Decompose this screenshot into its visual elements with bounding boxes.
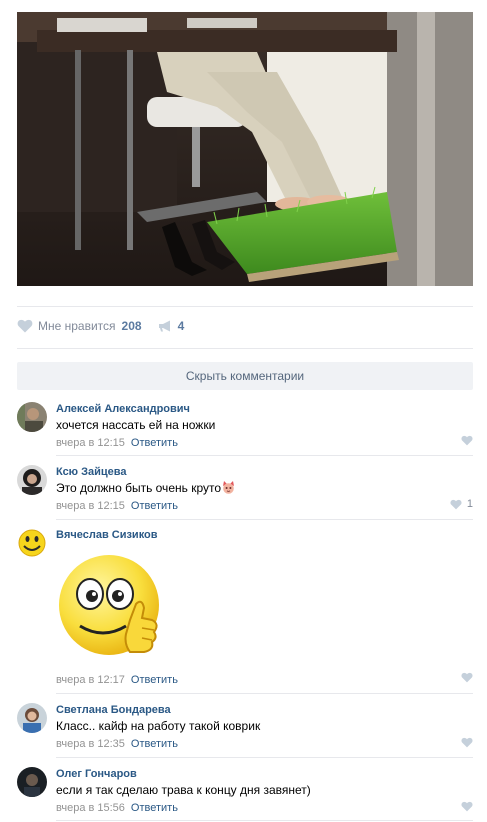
- reply-link[interactable]: Ответить: [131, 738, 178, 750]
- comment-time[interactable]: вчера в 12:17: [56, 674, 125, 686]
- comment-author[interactable]: Ксю Зайцева: [56, 465, 473, 479]
- comment: Олег Гончаров если я так сделаю трава к …: [17, 767, 473, 817]
- heart-icon: [461, 672, 473, 683]
- comment-like-button[interactable]: [461, 435, 473, 446]
- reply-link[interactable]: Ответить: [131, 437, 178, 449]
- comment: Вячеслав Сизиков вчера в 12:17 Ответить: [17, 528, 473, 688]
- share-count: 4: [177, 319, 185, 333]
- comment-time[interactable]: вчера в 15:56: [56, 802, 125, 814]
- divider: [56, 693, 473, 694]
- share-button[interactable]: 4: [158, 319, 185, 333]
- reply-link[interactable]: Ответить: [131, 500, 178, 512]
- heart-icon: [461, 801, 473, 812]
- comment-like-button[interactable]: [461, 801, 473, 812]
- comment-time[interactable]: вчера в 12:35: [56, 738, 125, 750]
- comment-time[interactable]: вчера в 12:15: [56, 437, 125, 449]
- heart-icon: [17, 319, 33, 333]
- like-button[interactable]: Мне нравится 208: [17, 319, 142, 333]
- divider: [56, 455, 473, 456]
- comment-text: Класс.. кайф на работу такой коврик: [56, 719, 261, 733]
- divider: [17, 348, 473, 349]
- comment: Ксю Зайцева Это должно быть очень круто …: [17, 465, 473, 515]
- divider: [56, 757, 473, 758]
- heart-icon: [461, 737, 473, 748]
- post-actions: Мне нравится 208 4: [17, 316, 184, 336]
- comment-like-button[interactable]: [461, 737, 473, 748]
- avatar[interactable]: [17, 402, 47, 432]
- avatar[interactable]: [17, 703, 47, 733]
- comment-like-count: 1: [466, 498, 473, 510]
- hide-comments-button[interactable]: Скрыть комментарии: [17, 362, 473, 390]
- comment-time[interactable]: вчера в 12:15: [56, 500, 125, 512]
- comment-text: хочется нассать ей на ножки: [56, 418, 216, 432]
- comment-author[interactable]: Светлана Бондарева: [56, 703, 473, 717]
- comment: Алексей Александрович хочется нассать ей…: [17, 402, 473, 452]
- comment-author[interactable]: Алексей Александрович: [56, 402, 473, 416]
- comment-author[interactable]: Вячеслав Сизиков: [56, 528, 473, 542]
- divider: [56, 820, 473, 821]
- office-grass-photo: [17, 12, 473, 286]
- like-count: 208: [121, 319, 142, 333]
- post-photo[interactable]: [17, 12, 473, 286]
- comment-like-button[interactable]: 1: [450, 498, 473, 510]
- comment-meta: вчера в 12:17 Ответить: [56, 673, 178, 687]
- avatar[interactable]: [17, 528, 47, 558]
- comment-author[interactable]: Олег Гончаров: [56, 767, 473, 781]
- divider: [56, 519, 473, 520]
- megaphone-icon: [158, 320, 173, 332]
- avatar[interactable]: [17, 465, 47, 495]
- avatar[interactable]: [17, 767, 47, 797]
- like-label: Мне нравится: [38, 319, 116, 333]
- comment-like-button[interactable]: [461, 672, 473, 683]
- reply-link[interactable]: Ответить: [131, 802, 178, 814]
- comment-text: Это должно быть очень круто: [56, 480, 473, 496]
- heart-icon: [461, 435, 473, 446]
- comment-text: если я так сделаю трава к концу дня завя…: [56, 783, 311, 797]
- heart-icon: [450, 499, 462, 510]
- comment: Светлана Бондарева Класс.. кайф на работ…: [17, 703, 473, 753]
- reply-link[interactable]: Ответить: [131, 674, 178, 686]
- thumbs-up-smiley-sticker-icon: [56, 554, 162, 660]
- cat-face-emoji-icon: [222, 481, 235, 494]
- divider: [17, 306, 473, 307]
